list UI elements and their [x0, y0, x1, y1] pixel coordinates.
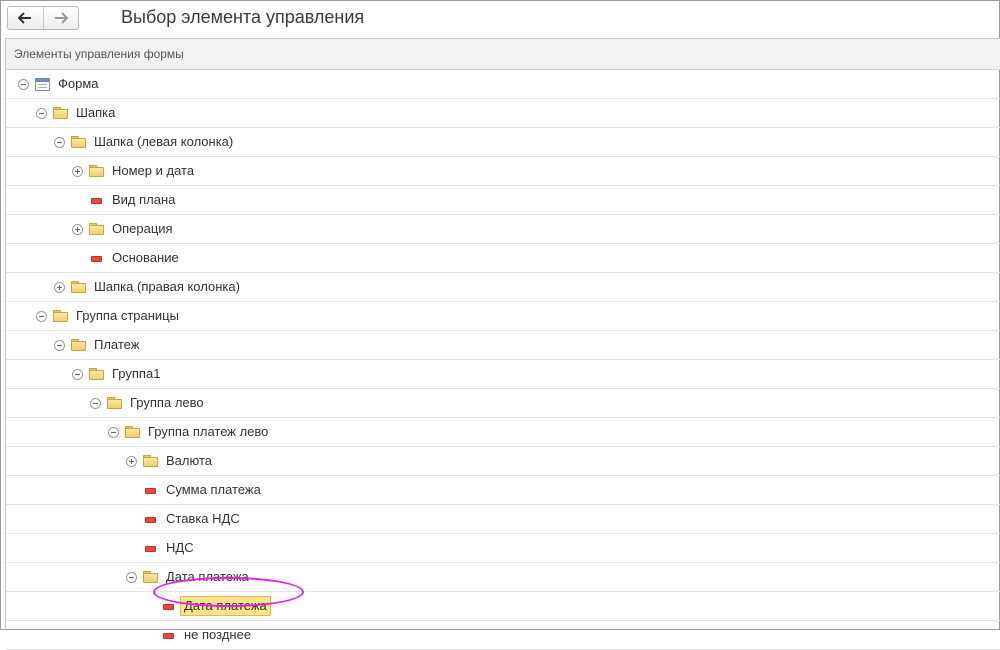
expand-icon[interactable] — [54, 282, 65, 293]
collapse-icon[interactable] — [126, 572, 137, 583]
collapse-icon[interactable] — [36, 311, 47, 322]
tree-item-label: Группа1 — [112, 366, 161, 381]
tree-row[interactable]: Шапка — [6, 99, 1000, 128]
tree-item-label: Ставка НДС — [166, 511, 240, 526]
tree-row[interactable]: Дата платежа — [6, 592, 1000, 621]
tree-item-label: Шапка — [76, 105, 116, 120]
tree-item-label: Шапка (правая колонка) — [94, 279, 240, 294]
tree-row[interactable]: Номер и дата — [6, 157, 1000, 186]
tree-item-label: Форма — [58, 76, 99, 91]
arrow-left-icon — [18, 12, 32, 24]
tree-column-header: Элементы управления формы — [6, 39, 1000, 70]
tree-item-label: Вид плана — [112, 192, 176, 207]
collapse-icon[interactable] — [54, 137, 65, 148]
tree-item-label: Группа платеж лево — [148, 424, 269, 439]
form-icon — [35, 78, 50, 91]
tree-row[interactable]: Форма — [6, 70, 1000, 99]
collapse-icon[interactable] — [36, 108, 47, 119]
folder-icon — [125, 426, 140, 438]
tree-row[interactable]: НДС — [6, 534, 1000, 563]
expand-icon[interactable] — [126, 456, 137, 467]
folder-icon — [71, 339, 86, 351]
tree-row[interactable]: Группа платеж лево — [6, 418, 1000, 447]
expand-icon[interactable] — [72, 224, 83, 235]
tree-row[interactable]: Шапка (левая колонка) — [6, 128, 1000, 157]
tree-row[interactable]: не позднее — [6, 621, 1000, 650]
folder-icon — [53, 310, 68, 322]
expand-icon[interactable] — [72, 166, 83, 177]
tree-row[interactable]: Платеж — [6, 331, 1000, 360]
tree-item-label: Валюта — [166, 453, 212, 468]
collapse-icon[interactable] — [108, 427, 119, 438]
tree-row[interactable]: Валюта — [6, 447, 1000, 476]
tree-item-label: Основание — [112, 250, 179, 265]
arrow-right-icon — [54, 12, 68, 24]
folder-icon — [89, 368, 104, 380]
folder-icon — [71, 136, 86, 148]
tree-row[interactable]: Шапка (правая колонка) — [6, 273, 1000, 302]
folder-icon — [89, 223, 104, 235]
field-icon — [163, 604, 174, 610]
field-icon — [145, 546, 156, 552]
form-elements-tree: Форма Шапка Шапка (левая колонка) Номер и д… — [6, 70, 1000, 650]
collapse-icon[interactable] — [90, 398, 101, 409]
back-button[interactable] — [8, 7, 43, 29]
folder-icon — [89, 165, 104, 177]
tree-row[interactable]: Ставка НДС — [6, 505, 1000, 534]
form-elements-tree-panel: Элементы управления формы Форма Шапка Шапк… — [5, 38, 1000, 650]
folder-icon — [107, 397, 122, 409]
field-icon — [91, 256, 102, 262]
tree-item-label: Номер и дата — [112, 163, 195, 178]
collapse-icon[interactable] — [72, 369, 83, 380]
tree-item-label: Сумма платежа — [166, 482, 261, 497]
folder-icon — [71, 281, 86, 293]
highlight-annotation — [153, 577, 304, 607]
forward-button[interactable] — [42, 7, 79, 29]
tree-row[interactable]: Операция — [6, 215, 1000, 244]
field-icon — [145, 488, 156, 494]
folder-icon — [143, 455, 158, 467]
tree-row[interactable]: Вид плана — [6, 186, 1000, 215]
tree-item-label: Группа страницы — [76, 308, 179, 323]
navigation-buttons — [7, 6, 79, 30]
folder-icon — [143, 571, 158, 583]
tree-item-label: Платеж — [94, 337, 140, 352]
tree-row[interactable]: Сумма платежа — [6, 476, 1000, 505]
collapse-icon[interactable] — [18, 79, 29, 90]
collapse-icon[interactable] — [54, 340, 65, 351]
tree-item-label: Операция — [112, 221, 173, 236]
tree-item-label: не позднее — [184, 627, 252, 642]
tree-row[interactable]: Группа лево — [6, 389, 1000, 418]
folder-icon — [53, 107, 68, 119]
field-icon — [163, 633, 174, 639]
tree-item-label: НДС — [166, 540, 194, 555]
field-icon — [145, 517, 156, 523]
tree-item-label: Шапка (левая колонка) — [94, 134, 234, 149]
tree-row[interactable]: Основание — [6, 244, 1000, 273]
tree-row[interactable]: Группа1 — [6, 360, 1000, 389]
tree-item-label: Группа лево — [130, 395, 204, 410]
field-icon — [91, 198, 102, 204]
window-title: Выбор элемента управления — [121, 7, 365, 27]
tree-row[interactable]: Группа страницы — [6, 302, 1000, 331]
